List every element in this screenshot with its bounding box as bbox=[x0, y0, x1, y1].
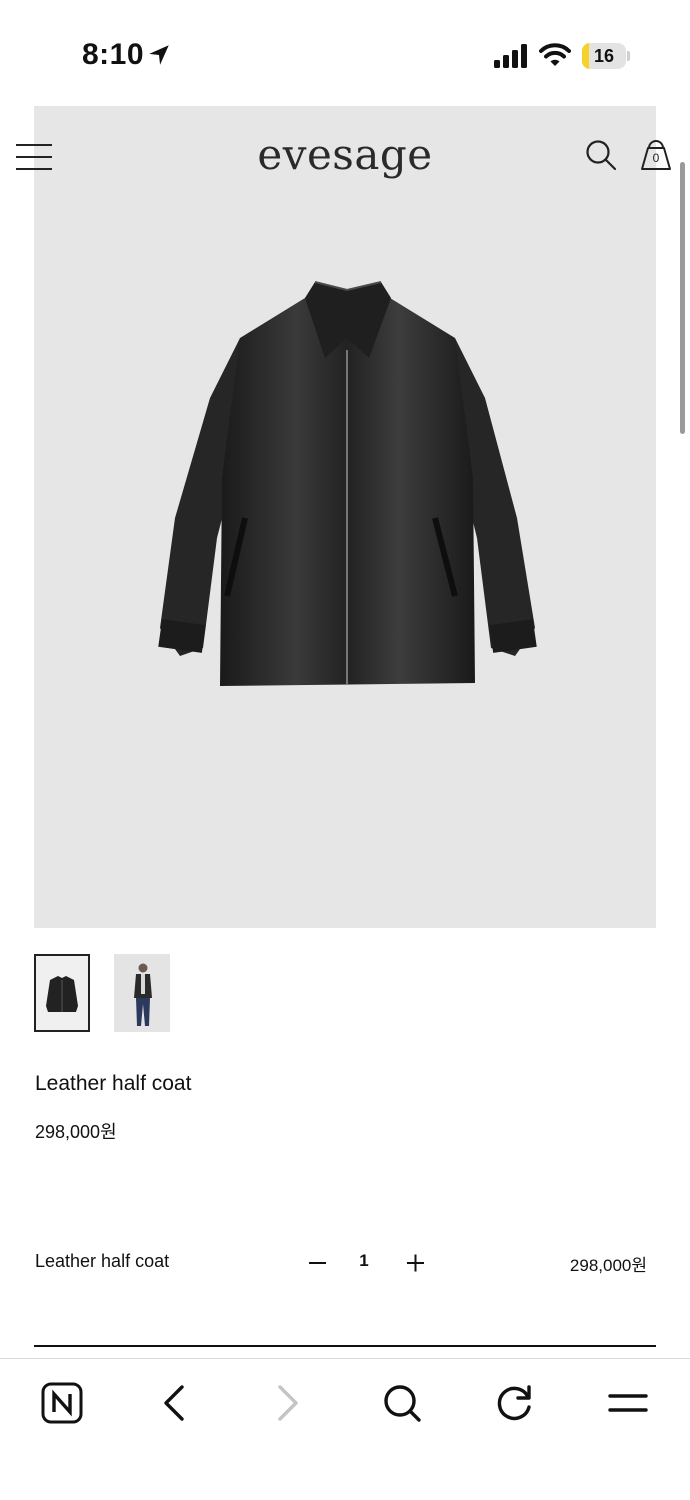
option-product-name: Leather half coat bbox=[35, 1251, 170, 1271]
location-arrow-icon bbox=[149, 45, 169, 65]
product-price: 298,000원 bbox=[35, 1122, 117, 1142]
browser-toolbar bbox=[0, 1358, 690, 1500]
naver-home-icon[interactable] bbox=[40, 1381, 84, 1425]
back-icon[interactable] bbox=[152, 1381, 196, 1425]
search-icon[interactable] bbox=[380, 1381, 424, 1425]
cart-count: 0 bbox=[652, 151, 660, 165]
search-icon[interactable] bbox=[584, 138, 618, 172]
hamburger-menu-icon[interactable] bbox=[16, 142, 54, 172]
reload-icon[interactable] bbox=[493, 1381, 537, 1425]
black-leather-jacket-image bbox=[158, 281, 537, 686]
quantity-value[interactable]: 1 bbox=[352, 1251, 376, 1271]
product-main-image[interactable] bbox=[34, 106, 656, 928]
jacket-flat-thumbnail[interactable] bbox=[34, 954, 90, 1032]
page-scrollbar[interactable] bbox=[680, 162, 685, 434]
brand-logo[interactable]: evesage bbox=[234, 130, 456, 179]
wifi-icon bbox=[539, 43, 571, 66]
menu-icon[interactable] bbox=[606, 1381, 650, 1425]
battery-level: 16 bbox=[593, 46, 615, 66]
shopping-bag-icon[interactable]: 0 bbox=[638, 136, 674, 172]
battery-icon: 16 bbox=[582, 43, 630, 69]
product-title: Leather half coat bbox=[35, 1072, 192, 1095]
option-total-price: 298,000원 bbox=[569, 1256, 647, 1275]
quantity-increase-button[interactable] bbox=[402, 1248, 430, 1276]
cellular-signal-icon bbox=[494, 44, 527, 68]
forward-icon[interactable] bbox=[266, 1381, 310, 1425]
status-time: 8:10 bbox=[82, 38, 145, 71]
divider bbox=[34, 1345, 656, 1347]
quantity-decrease-button[interactable] bbox=[304, 1248, 332, 1276]
model-wearing-jacket-thumbnail[interactable] bbox=[114, 954, 170, 1032]
status-bar: 8:10 16 bbox=[0, 0, 690, 110]
